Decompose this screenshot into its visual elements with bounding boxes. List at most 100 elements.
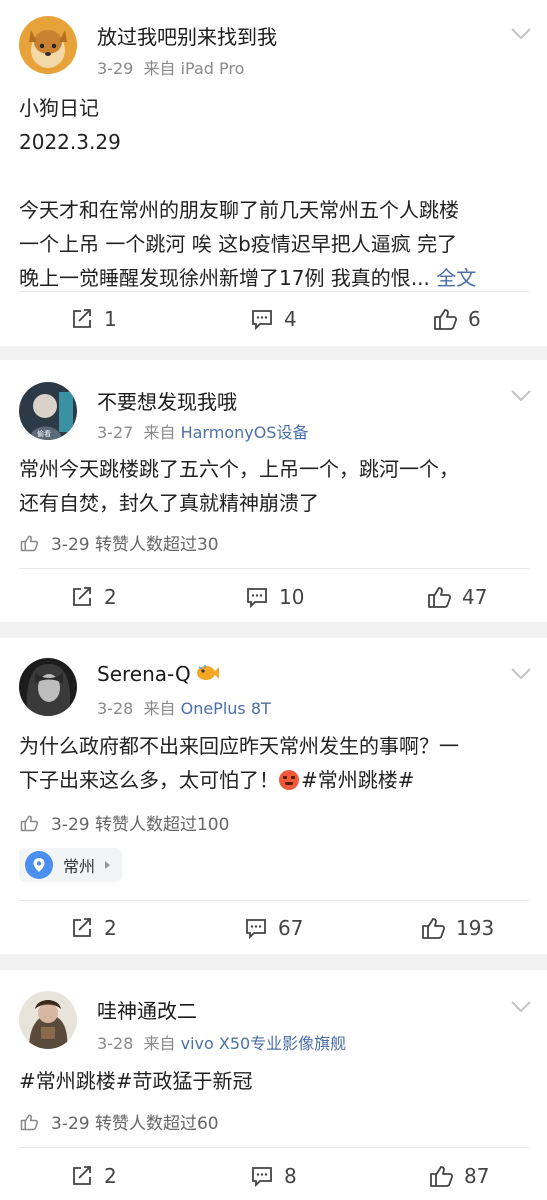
text-line: 2022.3.29: [19, 130, 121, 154]
repost-icon: [73, 1166, 91, 1185]
hashtag-link[interactable]: #常州跳楼#: [301, 768, 415, 792]
comment-button[interactable]: 4: [250, 299, 297, 339]
dog-avatar-icon: [19, 16, 77, 74]
like-button[interactable]: 47: [426, 577, 487, 617]
svg-text:偷看: 偷看: [37, 429, 51, 438]
divider: [19, 900, 529, 901]
avatar[interactable]: [19, 991, 77, 1049]
repost-button[interactable]: 2: [70, 1156, 117, 1196]
chevron-right-icon: [105, 861, 111, 869]
username[interactable]: 哇神通改二: [97, 995, 197, 1024]
post-date: 3-28: [97, 1034, 134, 1053]
avatar[interactable]: [19, 658, 77, 716]
thumbs-up-icon: [20, 535, 39, 551]
text-line: [19, 159, 529, 193]
like-button[interactable]: 6: [432, 299, 481, 339]
divider: [19, 291, 529, 292]
chevron-down-icon[interactable]: [510, 27, 532, 41]
post-card: 偷看 不要想发现我哦 3-27 来自 HarmonyOS设备 常州今天跳楼跳了五…: [0, 360, 547, 622]
like-summary: 3-29 转赞人数超过100: [19, 810, 229, 835]
repost-count: 1: [104, 307, 117, 331]
comment-icon: [246, 919, 266, 940]
text-line: 小狗日记: [19, 96, 99, 120]
like-count: 6: [468, 307, 481, 331]
text-line-part: 下子出来这么多，太可怕了！: [19, 768, 279, 792]
post-meta: 3-27 来自 HarmonyOS设备: [97, 419, 308, 443]
card-separator: [0, 346, 547, 360]
via-label: 来自: [143, 699, 176, 718]
comment-icon: [247, 588, 267, 609]
thumbs-up-icon: [430, 1166, 454, 1187]
via-label: 来自: [143, 1034, 176, 1053]
action-bar: 2 8 87: [0, 1156, 547, 1196]
thumbs-up-icon: [434, 309, 458, 330]
via-label: 来自: [143, 423, 176, 442]
comment-count: 8: [284, 1164, 297, 1188]
post-text: 常州今天跳楼跳了五六个，上吊一个，跳河一个， 还有自焚，封久了真就精神崩溃了: [19, 452, 529, 520]
post-card: Serena-Q 3-28 来自 OnePlus 8T 为什么政府都不出来回应昨…: [0, 638, 547, 954]
repost-button[interactable]: 2: [70, 908, 117, 948]
like-summary-text: 3-29 转赞人数超过30: [51, 535, 219, 555]
repost-icon: [73, 918, 91, 937]
like-count: 87: [464, 1164, 490, 1188]
comment-button[interactable]: 8: [250, 1156, 297, 1196]
comment-count: 4: [284, 307, 297, 331]
post-date: 3-27: [97, 423, 134, 442]
username[interactable]: 放过我吧别来找到我: [97, 21, 277, 50]
post-source[interactable]: vivo X50专业影像旗舰: [181, 1034, 347, 1053]
chevron-down-icon[interactable]: [510, 667, 532, 681]
comment-button[interactable]: 10: [245, 577, 304, 617]
like-summary: 3-29 转赞人数超过60: [19, 1109, 219, 1134]
avatar[interactable]: [19, 16, 77, 74]
divider: [19, 568, 529, 569]
post-source: iPad Pro: [180, 59, 245, 78]
like-button[interactable]: 87: [428, 1156, 489, 1196]
username-text: Serena-Q: [97, 662, 191, 686]
repost-count: 2: [104, 916, 117, 940]
full-text-link[interactable]: 全文: [436, 266, 476, 290]
thumbs-up-icon: [20, 1114, 39, 1130]
text-line: 还有自焚，封久了真就精神崩溃了: [19, 491, 319, 515]
comment-button[interactable]: 67: [244, 908, 303, 948]
post-source[interactable]: HarmonyOS设备: [181, 423, 309, 442]
chevron-down-icon[interactable]: [510, 1000, 532, 1014]
repost-button[interactable]: 2: [70, 577, 117, 617]
via-label: 来自: [143, 59, 176, 78]
location-tag[interactable]: 常州: [19, 848, 123, 882]
like-button[interactable]: 193: [420, 908, 494, 948]
like-summary-text: 3-29 转赞人数超过100: [51, 815, 230, 835]
post-meta: 3-29 来自 iPad Pro: [97, 55, 244, 79]
post-source[interactable]: OnePlus 8T: [181, 699, 271, 718]
post-text: 小狗日记 2022.3.29 今天才和在常州的朋友聊了前几天常州五个人跳楼 一个…: [19, 91, 529, 295]
hashtag-link[interactable]: #常州跳楼#苛政猛于新冠: [19, 1064, 529, 1098]
user-avatar-icon: 偷看: [19, 382, 77, 440]
text-line: 常州今天跳楼跳了五六个，上吊一个，跳河一个，: [19, 457, 459, 481]
text-line: 晚上一觉睡醒发现徐州新增了17例 我真的恨... 全文: [19, 261, 529, 295]
location-name: 常州: [63, 857, 96, 876]
post-date: 3-29: [97, 59, 134, 78]
username[interactable]: Serena-Q: [97, 662, 219, 686]
action-bar: 2 10 47: [0, 577, 547, 617]
card-separator: [0, 622, 547, 638]
thumbs-up-icon: [20, 815, 39, 831]
repost-count: 2: [104, 585, 117, 609]
comment-icon: [252, 1167, 272, 1188]
text-line-end: 晚上一觉睡醒发现徐州新增了17例 我真的恨...: [19, 266, 430, 290]
comment-icon: [252, 310, 272, 331]
post-meta: 3-28 来自 vivo X50专业影像旗舰: [97, 1030, 346, 1054]
post-date: 3-28: [97, 699, 134, 718]
location-pin-icon: [25, 851, 53, 879]
thumbs-up-icon: [428, 587, 452, 608]
username[interactable]: 不要想发现我哦: [97, 386, 237, 415]
repost-button[interactable]: 1: [70, 299, 117, 339]
repost-icon: [73, 587, 91, 606]
post-text: #常州跳楼#苛政猛于新冠: [19, 1064, 529, 1098]
chevron-down-icon[interactable]: [510, 389, 532, 403]
angry-face-icon: [279, 770, 299, 790]
post-card: 放过我吧别来找到我 3-29 来自 iPad Pro 小狗日记 2022.3.2…: [0, 0, 547, 346]
post-text: 为什么政府都不出来回应昨天常州发生的事啊？一 下子出来这么多，太可怕了！ #常州跳…: [19, 729, 529, 797]
card-separator: [0, 954, 547, 970]
avatar[interactable]: 偷看: [19, 382, 77, 440]
comment-count: 67: [278, 916, 304, 940]
like-count: 193: [456, 916, 495, 940]
